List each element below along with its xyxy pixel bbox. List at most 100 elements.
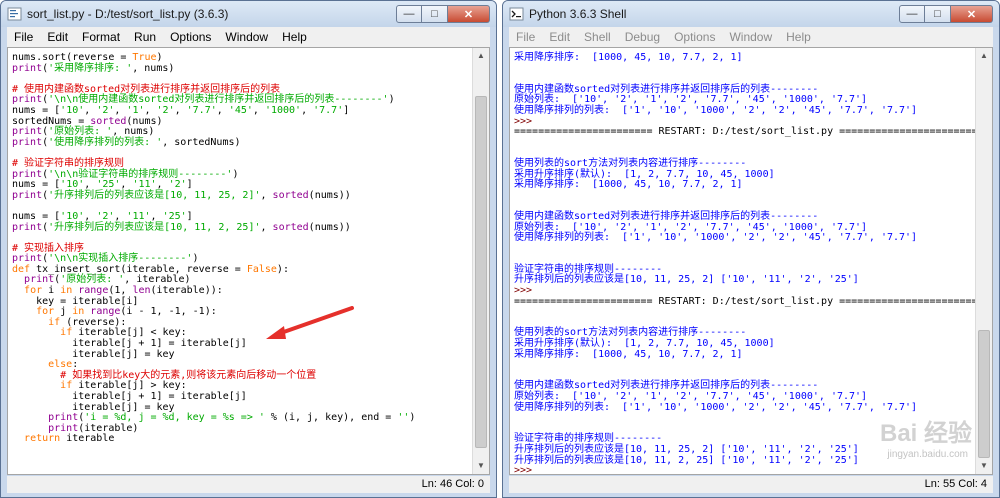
- code-token: '2': [168, 179, 187, 191]
- code-token: '\n\n验证字符串的排序规则--------': [48, 168, 233, 180]
- menu-file[interactable]: File: [7, 27, 40, 47]
- shell-token: 使用降序排列的列表: ['1', '10', '1000', '2', '2',…: [514, 401, 918, 413]
- menu-edit[interactable]: Edit: [40, 27, 75, 47]
- scroll-up-icon[interactable]: ▲: [976, 48, 992, 64]
- code-token: iterable: [66, 433, 115, 445]
- python-shell-icon: [509, 7, 524, 21]
- scroll-down-icon[interactable]: ▼: [976, 458, 992, 474]
- code-token: % (i, j, key), end =: [264, 412, 398, 424]
- shell-text[interactable]: 采用降序排序: [1000, 45, 10, 7.7, 2, 1] 使用内建函数…: [514, 52, 978, 474]
- scroll-down-icon[interactable]: ▼: [473, 458, 489, 474]
- close-button[interactable]: ✕: [951, 5, 993, 23]
- code-token: print: [48, 412, 79, 424]
- minimize-button[interactable]: —: [899, 5, 925, 23]
- shell-token: 采用升序排序(默认): [1, 2, 7.7, 10, 45, 1000]: [514, 338, 775, 350]
- menu-options[interactable]: Options: [163, 27, 218, 47]
- scroll-thumb[interactable]: [978, 330, 990, 458]
- code-token: ,: [216, 104, 229, 116]
- shell-token: 采用降序排序: [1000, 45, 10, 7.7, 2, 1]: [514, 179, 743, 191]
- code-token: nums = [: [12, 104, 61, 116]
- shell-line: 采用降序排序: [1000, 45, 10, 7.7, 2, 1]: [514, 179, 978, 191]
- code-token: '\n\n实现插入排序--------': [48, 253, 193, 265]
- code-line: print('使用降序排列的列表: ', sortedNums): [12, 136, 415, 149]
- menu-help[interactable]: Help: [275, 27, 314, 47]
- code-token: sorted: [272, 189, 309, 201]
- code-token: '原始列表: ': [60, 274, 125, 286]
- cursor-position: Ln: 46 Col: 0: [421, 478, 484, 490]
- close-icon: ✕: [966, 8, 977, 21]
- menu-edit[interactable]: Edit: [542, 27, 577, 47]
- shell-line: 采用降序排序: [1000, 45, 10, 7.7, 2, 1]: [514, 52, 978, 64]
- code-token: '10': [60, 210, 85, 222]
- code-token: '\n\n使用内建函数sorted对列表进行排序并返回排序后的列表-------…: [48, 94, 389, 106]
- shell-scrollbar[interactable]: ▲ ▼: [975, 48, 992, 474]
- code-token: # 如果找到比key大的元素,则将该元素向后移动一个位置: [60, 369, 317, 381]
- code-token: '升序排列后的列表应该是[10, 11, 2, 25]': [48, 221, 261, 233]
- shell-window: Python 3.6.3 Shell — □ ✕ File Edit Shell…: [502, 0, 1000, 498]
- code-token: # 验证字符串的排序规则: [12, 157, 125, 169]
- code-token: sorted: [90, 115, 127, 127]
- menu-debug[interactable]: Debug: [618, 27, 667, 47]
- code-editor[interactable]: nums.sort(reverse = True) print('采用降序排序: …: [7, 47, 490, 475]
- code-token: ): [232, 168, 239, 180]
- shell-token: 使用列表的sort方法对列表内容进行排序--------: [514, 327, 747, 339]
- code-token: for: [24, 285, 49, 297]
- code-token: ,: [144, 104, 157, 116]
- code-token: key = iterable[i]: [12, 295, 139, 307]
- code-text[interactable]: nums.sort(reverse = True) print('采用降序排序: …: [12, 52, 415, 445]
- code-token: for: [36, 306, 61, 318]
- shell-token: 使用降序排列的列表: ['1', '10', '1000', '2', '2',…: [514, 104, 918, 116]
- code-token: False: [246, 263, 277, 275]
- code-token: ,: [260, 189, 273, 201]
- code-token: ,: [114, 104, 127, 116]
- menu-run[interactable]: Run: [127, 27, 163, 47]
- menu-format[interactable]: Format: [75, 27, 127, 47]
- close-button[interactable]: ✕: [448, 5, 490, 23]
- code-token: nums = [: [12, 179, 61, 191]
- menu-options[interactable]: Options: [667, 27, 722, 47]
- scroll-thumb[interactable]: [475, 96, 487, 448]
- code-token: , nums): [112, 126, 155, 138]
- code-token: , sortedNums): [162, 136, 241, 148]
- code-token: (1,: [108, 285, 133, 297]
- code-token: '25': [96, 179, 121, 191]
- shell-token: >>>: [514, 115, 539, 127]
- menu-shell[interactable]: Shell: [577, 27, 618, 47]
- editor-title-bar[interactable]: sort_list.py - D:/test/sort_list.py (3.6…: [1, 1, 496, 27]
- code-token: iterable[j + 1] = iterable[j]: [12, 391, 247, 402]
- code-token: range: [90, 306, 121, 318]
- code-token: 'i = %d, j = %d, key = %s => ': [84, 412, 265, 424]
- maximize-button[interactable]: □: [925, 5, 951, 23]
- shell-title-bar[interactable]: Python 3.6.3 Shell — □ ✕: [503, 1, 999, 27]
- shell-line: 使用降序排列的列表: ['1', '10', '1000', '2', '2',…: [514, 401, 978, 414]
- code-token: else: [48, 359, 73, 371]
- shell-token: 原始列表: ['10', '2', '1', '2', '7.7', '45',…: [514, 391, 868, 402]
- code-token: '升序排列后的列表应该是[10, 11, 25, 2]': [48, 189, 261, 201]
- shell-token: 原始列表: ['10', '2', '1', '2', '7.7', '45',…: [514, 221, 868, 233]
- code-token: iterable[j] = key: [12, 348, 175, 360]
- annotation-arrow-icon: [266, 306, 354, 339]
- menu-help[interactable]: Help: [779, 27, 818, 47]
- code-token: '2': [156, 104, 175, 116]
- code-token: iterable[j] < key:: [78, 327, 187, 339]
- menu-file[interactable]: File: [509, 27, 542, 47]
- shell-output[interactable]: 采用降序排序: [1000, 45, 10, 7.7, 2, 1] 使用内建函数…: [509, 47, 993, 475]
- scroll-up-icon[interactable]: ▲: [473, 48, 489, 64]
- maximize-icon: □: [431, 8, 438, 20]
- menu-window[interactable]: Window: [218, 27, 275, 47]
- minimize-button[interactable]: —: [396, 5, 422, 23]
- menu-window[interactable]: Window: [722, 27, 779, 47]
- editor-scrollbar[interactable]: ▲ ▼: [472, 48, 489, 474]
- shell-line: >>>: [514, 465, 978, 474]
- code-token: ,: [150, 210, 163, 222]
- maximize-button[interactable]: □: [422, 5, 448, 23]
